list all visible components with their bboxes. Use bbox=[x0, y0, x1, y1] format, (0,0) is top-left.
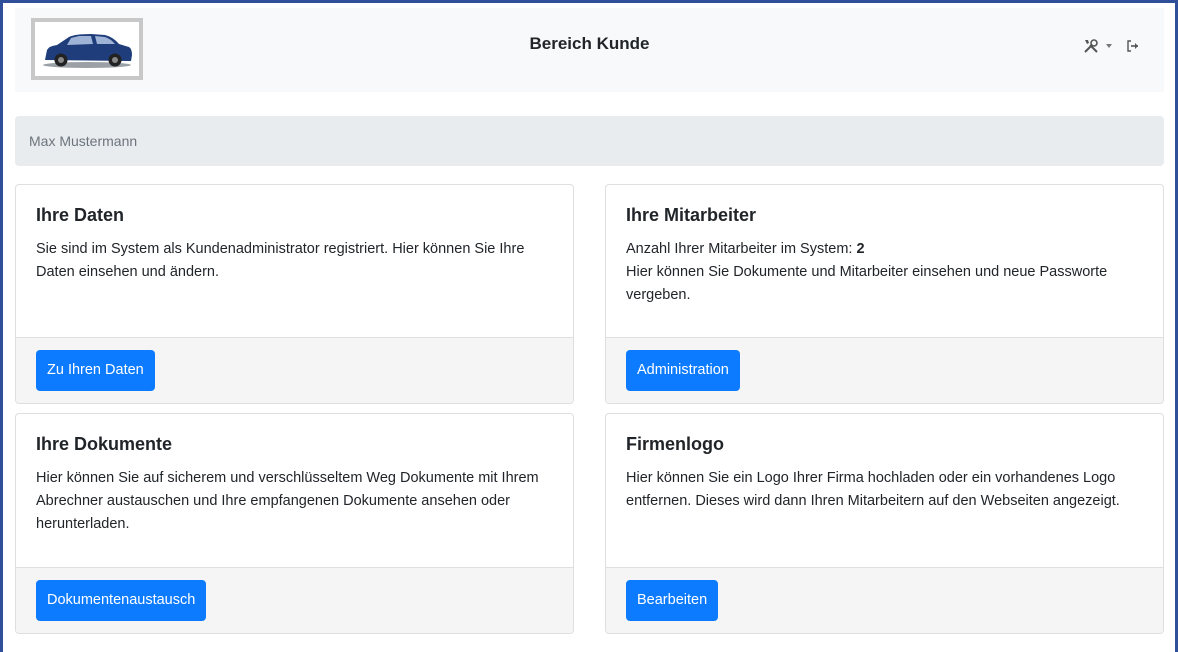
card-title: Ihre Dokumente bbox=[36, 434, 173, 454]
card-footer: Dokumentenaustausch bbox=[16, 567, 573, 633]
card-firmenlogo: Firmenlogo Hier können Sie ein Logo Ihre… bbox=[605, 413, 1164, 634]
card-footer: Administration bbox=[606, 337, 1163, 403]
top-navbar: Bereich Kunde bbox=[15, 8, 1164, 92]
breadcrumb: Max Mustermann bbox=[15, 116, 1164, 166]
breadcrumb-user-name: Max Mustermann bbox=[29, 133, 138, 149]
dokumentenaustausch-button[interactable]: Dokumentenaustausch bbox=[36, 580, 207, 621]
nav-tools bbox=[1083, 38, 1140, 54]
tools-dropdown-toggle[interactable] bbox=[1083, 38, 1112, 54]
employee-count-value: 2 bbox=[856, 241, 865, 257]
card-footer: Bearbeiten bbox=[606, 567, 1163, 633]
card-ihre-daten: Ihre Daten Sie sind im System als Kunden… bbox=[15, 184, 574, 404]
employee-count-label: Anzahl Ihrer Mitarbeiter im System: bbox=[626, 241, 853, 257]
administration-button[interactable]: Administration bbox=[626, 350, 740, 391]
card-title: Ihre Daten bbox=[36, 205, 125, 225]
card-ihre-mitarbeiter: Ihre Mitarbeiter Anzahl Ihrer Mitarbeite… bbox=[605, 184, 1164, 404]
zu-ihren-daten-button[interactable]: Zu Ihren Daten bbox=[36, 350, 155, 391]
page-title: Bereich Kunde bbox=[529, 34, 650, 53]
card-footer: Zu Ihren Daten bbox=[16, 337, 573, 403]
card-text: Hier können Sie auf sicherem und verschl… bbox=[36, 470, 539, 532]
card-text: Sie sind im System als Kundenadministrat… bbox=[36, 241, 525, 280]
card-text-count: Anzahl Ihrer Mitarbeiter im System: 2 bbox=[626, 238, 1143, 261]
card-ihre-dokumente: Ihre Dokumente Hier können Sie auf siche… bbox=[15, 413, 574, 634]
chevron-down-icon bbox=[1106, 44, 1112, 48]
card-text: Hier können Sie ein Logo Ihrer Firma hoc… bbox=[626, 470, 1120, 509]
logout-icon bbox=[1127, 40, 1138, 52]
card-text: Hier können Sie Dokumente und Mitarbeite… bbox=[626, 264, 1108, 303]
bearbeiten-button[interactable]: Bearbeiten bbox=[626, 580, 719, 621]
card-title: Firmenlogo bbox=[626, 434, 724, 454]
logout-button[interactable] bbox=[1126, 39, 1140, 53]
card-title: Ihre Mitarbeiter bbox=[626, 205, 757, 225]
tools-icon bbox=[1084, 39, 1098, 53]
